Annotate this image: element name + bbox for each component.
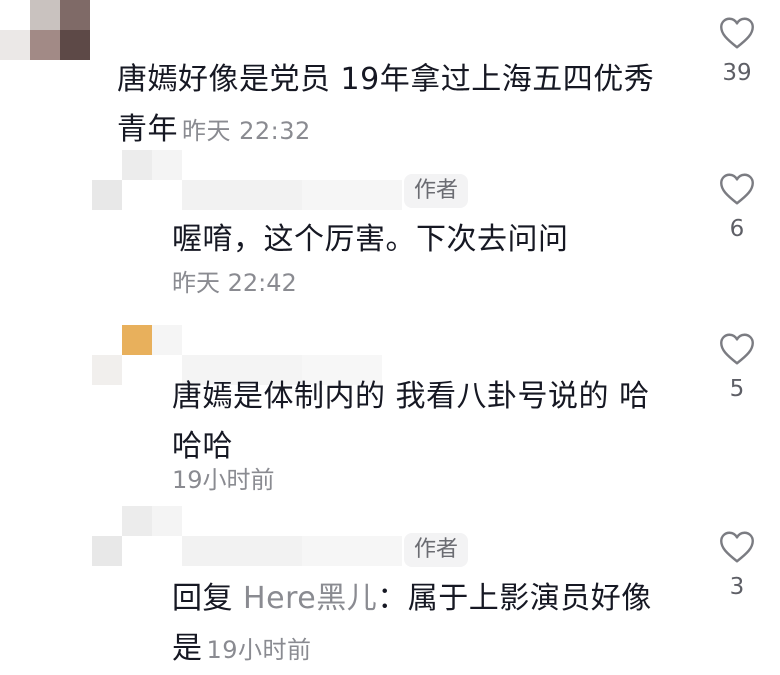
- heart-outline-icon: [720, 17, 754, 49]
- like-count: 6: [729, 216, 745, 242]
- comment-text: 喔唷，这个厉害。下次去问问: [172, 215, 672, 265]
- reply-target-username[interactable]: Here黑儿: [243, 581, 377, 616]
- comment-text: 唐嫣好像是党员 19年拿过上海五四优秀 青年 昨天 22:32: [117, 55, 677, 156]
- comment-item[interactable]: 作者 回复 Here黑儿：属于上影演员好像 是 19小时前 3: [0, 500, 780, 666]
- comment-text-line: 唐嫣好像是党员 19年拿过上海五四优秀: [117, 62, 655, 97]
- username-mosaic[interactable]: [92, 536, 402, 566]
- author-badge: 作者: [404, 174, 469, 208]
- username-mosaic[interactable]: [0, 30, 90, 60]
- like-button[interactable]: 3: [707, 530, 767, 600]
- like-button[interactable]: 39: [707, 16, 767, 86]
- reply-separator: ：: [377, 581, 408, 616]
- comment-text-line: 是: [172, 631, 203, 666]
- heart-outline-icon: [720, 333, 754, 365]
- comment-text-line: 青年: [117, 112, 178, 147]
- comment-text-line: 属于上影演员好像: [407, 581, 652, 616]
- like-count: 39: [722, 60, 752, 86]
- comment-time: 昨天 22:32: [182, 117, 311, 145]
- like-count: 3: [729, 574, 745, 600]
- comment-time: 昨天 22:42: [172, 269, 297, 297]
- comment-time: 19小时前: [172, 466, 275, 494]
- username-mosaic[interactable]: [92, 180, 402, 210]
- heart-outline-icon: [720, 173, 754, 205]
- like-count: 5: [729, 376, 745, 402]
- like-button[interactable]: 6: [707, 172, 767, 242]
- comment-text-line: 唐嫣是体制内的 我看八卦号说的 哈: [172, 379, 650, 414]
- comment-time: 19小时前: [206, 636, 312, 664]
- comment-text: 唐嫣是体制内的 我看八卦号说的 哈 哈哈: [172, 372, 672, 472]
- comment-item[interactable]: 唐嫣是体制内的 我看八卦号说的 哈 哈哈 19小时前 5: [0, 310, 780, 500]
- comment-item[interactable]: 唐嫣好像是党员 19年拿过上海五四优秀 青年 昨天 22:32 39: [0, 0, 780, 150]
- comment-item[interactable]: 作者 喔唷，这个厉害。下次去问问 昨天 22:42 6: [0, 150, 780, 310]
- comment-text: 回复 Here黑儿：属于上影演员好像 是 19小时前: [172, 574, 692, 675]
- comment-text-line: 喔唷，这个厉害。下次去问问: [172, 222, 569, 257]
- heart-outline-icon: [720, 531, 754, 563]
- reply-prefix: 回复: [172, 581, 233, 616]
- author-badge: 作者: [404, 533, 469, 567]
- like-button[interactable]: 5: [707, 332, 767, 402]
